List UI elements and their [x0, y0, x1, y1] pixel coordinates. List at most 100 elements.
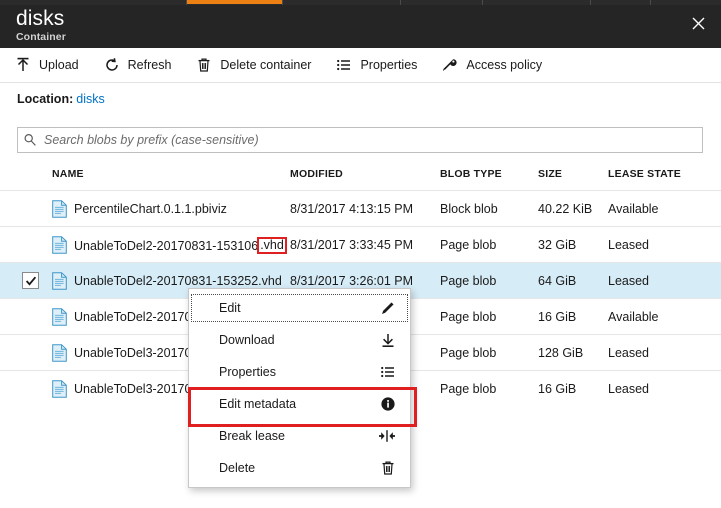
- breadcrumb: Location:disks: [17, 92, 105, 106]
- list-icon: [335, 56, 353, 74]
- upload-label: Upload: [39, 58, 79, 72]
- menu-item-download[interactable]: Download: [189, 324, 410, 356]
- active-tab-indicator[interactable]: [186, 0, 282, 4]
- cell-blob-type: Page blob: [440, 274, 496, 288]
- cell-name[interactable]: UnableToDel3-20170: [74, 346, 191, 360]
- page-title: disks: [16, 6, 64, 32]
- search-input[interactable]: [42, 129, 702, 151]
- page-subtitle: Container: [16, 31, 66, 43]
- cell-blob-type: Page blob: [440, 310, 496, 324]
- search-icon: [18, 133, 42, 147]
- blob-file-icon[interactable]: [52, 308, 67, 326]
- cell-lease-state: Leased: [608, 382, 649, 396]
- blob-context-menu: Edit Download Properties Edit metadata Break…: [188, 288, 411, 488]
- row-checkbox[interactable]: [22, 272, 39, 289]
- info-icon: [376, 395, 396, 413]
- blob-file-icon: [52, 380, 67, 398]
- delete-container-button[interactable]: Delete container: [195, 48, 321, 82]
- menu-item-label: Delete: [219, 461, 376, 475]
- refresh-label: Refresh: [128, 58, 172, 72]
- row-name-text: UnableToDel3-20170: [74, 382, 191, 396]
- menu-item-delete[interactable]: Delete: [189, 452, 410, 484]
- pencil-icon: [376, 299, 396, 317]
- cell-size: 16 GiB: [538, 310, 576, 324]
- menu-item-label: Properties: [219, 365, 376, 379]
- column-header-size[interactable]: SIZE: [538, 168, 562, 180]
- cell-name[interactable]: UnableToDel2-20170831-153252.vhd: [74, 274, 282, 288]
- menu-item-label: Edit metadata: [219, 397, 376, 411]
- cell-size: 32 GiB: [538, 238, 576, 252]
- properties-label: Properties: [360, 58, 417, 72]
- list-icon: [376, 363, 396, 381]
- cell-size: 40.22 KiB: [538, 202, 592, 216]
- upload-button[interactable]: Upload: [14, 48, 89, 82]
- cell-blob-type: Page blob: [440, 238, 496, 252]
- break-link-icon: [376, 427, 396, 445]
- trash-icon: [376, 459, 396, 477]
- cell-size: 16 GiB: [538, 382, 576, 396]
- location-link[interactable]: disks: [76, 92, 104, 106]
- blob-file-icon: [52, 344, 67, 362]
- menu-item-label: Break lease: [219, 429, 376, 443]
- cell-lease-state: Leased: [608, 274, 649, 288]
- properties-button[interactable]: Properties: [335, 48, 427, 82]
- location-label: Location:: [17, 92, 73, 106]
- cell-lease-state: Available: [608, 310, 659, 324]
- menu-item-edit-metadata[interactable]: Edit metadata: [189, 388, 410, 420]
- row-name-text: UnableToDel2-20170831-153106: [74, 239, 258, 253]
- refresh-button[interactable]: Refresh: [103, 48, 182, 82]
- download-icon: [376, 331, 396, 349]
- menu-item-properties[interactable]: Properties: [189, 356, 410, 388]
- blob-file-icon: [52, 200, 67, 218]
- blob-file-icon[interactable]: [52, 236, 67, 254]
- column-header-name[interactable]: NAME: [52, 168, 84, 180]
- menu-item-edit[interactable]: Edit: [189, 292, 410, 324]
- blob-file-icon: [52, 272, 67, 290]
- blob-file-icon: [52, 236, 67, 254]
- access-policy-button[interactable]: Access policy: [441, 48, 552, 82]
- refresh-icon: [103, 56, 121, 74]
- table-header-row: NAME MODIFIED BLOB TYPE SIZE LEASE STATE: [0, 162, 721, 190]
- key-icon: [441, 56, 459, 74]
- command-toolbar: Upload Refresh Delete container: [0, 48, 721, 83]
- row-name-text: UnableToDel2-20170831-153252.vhd: [74, 274, 282, 288]
- row-name-text: UnableToDel3-20170: [74, 346, 191, 360]
- close-button[interactable]: [683, 9, 713, 37]
- delete-container-label: Delete container: [220, 58, 311, 72]
- cell-lease-state: Available: [608, 202, 659, 216]
- cell-size: 128 GiB: [538, 346, 583, 360]
- close-icon: [692, 17, 705, 30]
- blob-container-blade: disks Container Upload: [0, 0, 721, 508]
- menu-item-label: Edit: [219, 301, 376, 315]
- blob-file-icon: [52, 308, 67, 326]
- column-header-lease-state[interactable]: LEASE STATE: [608, 168, 681, 180]
- blob-file-icon[interactable]: [52, 200, 67, 218]
- blob-file-icon[interactable]: [52, 380, 67, 398]
- cell-blob-type: Page blob: [440, 346, 496, 360]
- cell-blob-type: Block blob: [440, 202, 498, 216]
- check-icon: [25, 275, 37, 287]
- cell-name[interactable]: UnableToDel2-20170: [74, 310, 191, 324]
- name-highlight-box: .vhd: [257, 237, 287, 254]
- cell-name[interactable]: UnableToDel2-20170831-153106.vhd: [74, 238, 286, 255]
- blade-header: disks Container: [0, 5, 721, 48]
- upload-icon: [14, 56, 32, 74]
- row-name-text: UnableToDel2-20170: [74, 310, 191, 324]
- cell-modified: 8/31/2017 3:33:45 PM: [290, 238, 413, 252]
- cell-name[interactable]: UnableToDel3-20170: [74, 382, 191, 396]
- search-box[interactable]: [17, 127, 703, 153]
- blob-file-icon[interactable]: [52, 272, 67, 290]
- row-name-text: PercentileChart.0.1.1.pbiviz: [74, 202, 227, 216]
- table-row[interactable]: PercentileChart.0.1.1.pbiviz 8/31/2017 4:…: [0, 190, 721, 226]
- column-header-modified[interactable]: MODIFIED: [290, 168, 343, 180]
- blob-file-icon[interactable]: [52, 344, 67, 362]
- cell-name[interactable]: PercentileChart.0.1.1.pbiviz: [74, 202, 227, 216]
- menu-item-break-lease[interactable]: Break lease: [189, 420, 410, 452]
- cell-lease-state: Leased: [608, 346, 649, 360]
- cell-modified: 8/31/2017 4:13:15 PM: [290, 202, 413, 216]
- table-row[interactable]: UnableToDel2-20170831-153106.vhd8/31/201…: [0, 226, 721, 262]
- cell-blob-type: Page blob: [440, 382, 496, 396]
- trash-icon: [195, 56, 213, 74]
- column-header-blob-type[interactable]: BLOB TYPE: [440, 168, 502, 180]
- menu-item-label: Download: [219, 333, 376, 347]
